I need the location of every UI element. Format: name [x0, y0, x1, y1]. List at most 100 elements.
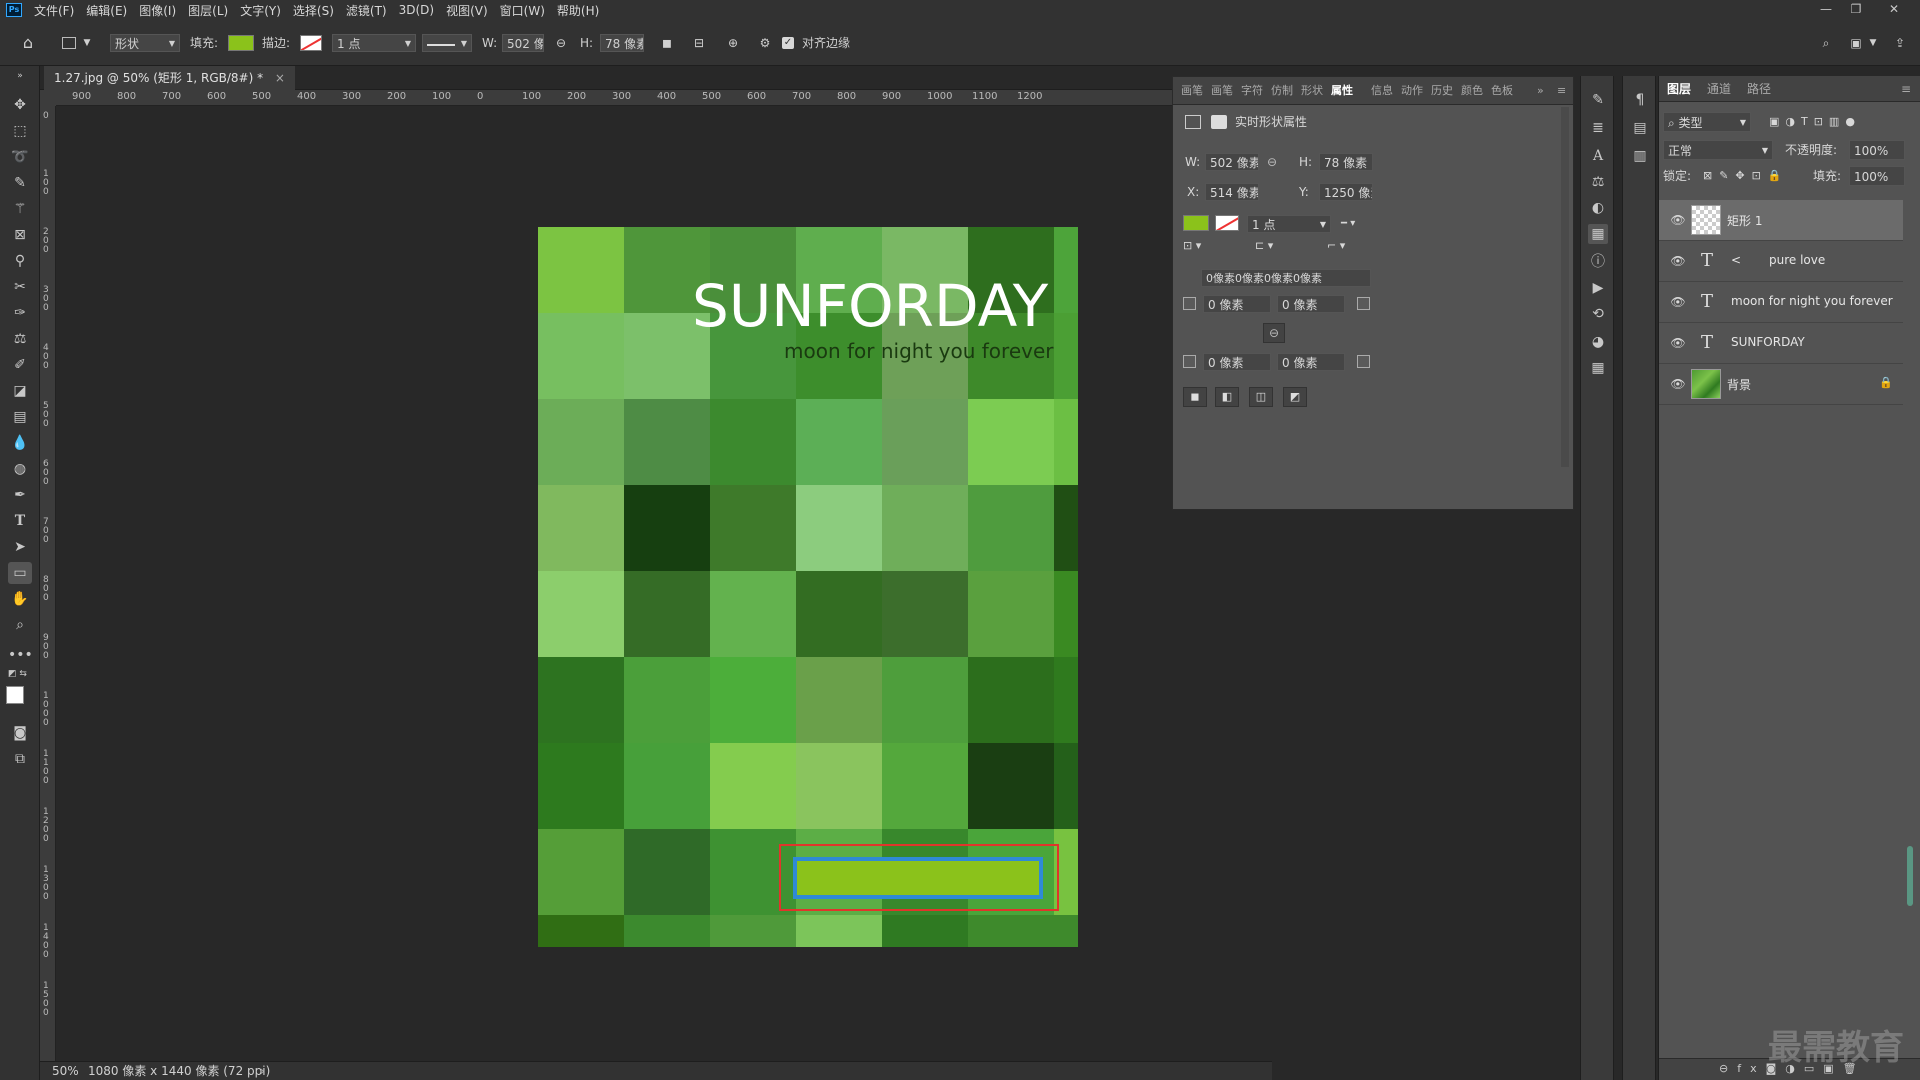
libraries-panel-icon[interactable]: ▤: [1630, 118, 1650, 138]
clone-stamp-tool-icon[interactable]: ⚖: [8, 328, 32, 350]
corner-radius-all-field[interactable]: 0像素0像素0像素0像素: [1201, 269, 1371, 287]
menu-type[interactable]: 文字(Y): [234, 2, 287, 19]
layers-scrollbar[interactable]: [1907, 846, 1913, 906]
search-icon[interactable]: ⌕: [1816, 34, 1836, 52]
width-field[interactable]: 502 像: [502, 34, 544, 52]
brush-tool-icon[interactable]: ✑: [8, 302, 32, 324]
move-tool-icon[interactable]: ✥: [8, 94, 32, 116]
layer-row[interactable]: 👁 T < pure love: [1659, 241, 1903, 282]
menu-view[interactable]: 视图(V): [440, 2, 494, 19]
lock-icons[interactable]: ⊠✎✥⊡🔒: [1703, 166, 1789, 186]
prop-stroke-width-field[interactable]: 1 点 ▼: [1247, 215, 1331, 233]
layer-filter-icons[interactable]: ▣◑T⊡▥●: [1769, 112, 1861, 132]
menu-image[interactable]: 图像(I): [133, 2, 182, 19]
stroke-caps-select[interactable]: ⊏ ▾: [1255, 237, 1311, 255]
marquee-tool-icon[interactable]: ⬚: [8, 120, 32, 142]
menu-filter[interactable]: 滤镜(T): [340, 2, 393, 19]
menu-3d[interactable]: 3D(D): [393, 3, 440, 17]
stroke-swatch[interactable]: [300, 35, 322, 51]
quick-select-tool-icon[interactable]: ✎: [8, 172, 32, 194]
link-icon[interactable]: ⊖: [1267, 153, 1277, 171]
magic-wand-tool-icon[interactable]: ⚚: [8, 198, 32, 220]
menu-layer[interactable]: 图层(L): [182, 2, 234, 19]
history-brush-tool-icon[interactable]: ✐: [8, 354, 32, 376]
blend-mode-select[interactable]: 正常 ▼: [1663, 140, 1773, 160]
layer-row[interactable]: 👁 矩形 1: [1659, 200, 1903, 241]
chevron-right-icon[interactable]: ›: [260, 1062, 265, 1080]
close-tab-icon[interactable]: ×: [275, 71, 285, 85]
actions-panel-icon[interactable]: ▶: [1588, 278, 1608, 298]
corner-br-field[interactable]: 0 像素: [1277, 353, 1345, 371]
combine-shapes-icon[interactable]: ◼: [1183, 387, 1207, 407]
tab-brush[interactable]: 画笔: [1181, 77, 1203, 105]
fill-field[interactable]: 100%: [1849, 166, 1905, 186]
brush-panel-icon[interactable]: ✎: [1588, 90, 1608, 110]
character-panel-icon[interactable]: A: [1588, 146, 1608, 166]
eye-icon[interactable]: 👁: [1669, 334, 1687, 352]
gear-icon[interactable]: ⚙: [756, 34, 774, 52]
menu-select[interactable]: 选择(S): [287, 2, 340, 19]
shapes-panel-icon[interactable]: ◐: [1588, 198, 1608, 218]
adjust-panel-icon[interactable]: ≣: [1588, 118, 1608, 138]
corner-tl-field[interactable]: 0 像素: [1203, 295, 1271, 313]
home-icon[interactable]: ⌂: [18, 34, 38, 52]
eraser-tool-icon[interactable]: ◪: [8, 380, 32, 402]
prop-height-field[interactable]: 78 像素: [1319, 153, 1373, 171]
corner-bl-field[interactable]: 0 像素: [1203, 353, 1271, 371]
prop-stroke-type-select[interactable]: ━ ▾: [1341, 215, 1373, 233]
tab-info[interactable]: 信息: [1371, 77, 1393, 105]
tab-brush-settings[interactable]: 画笔: [1211, 77, 1233, 105]
shape-mode-icon[interactable]: [1185, 115, 1201, 129]
eye-icon[interactable]: 👁: [1669, 375, 1687, 393]
prop-stroke-swatch[interactable]: [1215, 215, 1239, 231]
prop-fill-swatch[interactable]: [1183, 215, 1209, 231]
paragraph-panel-icon[interactable]: ¶: [1630, 90, 1650, 110]
frame-tool-icon[interactable]: ⊠: [8, 224, 32, 246]
link-icon[interactable]: ⊖: [552, 34, 570, 52]
color-panel-icon[interactable]: ◕: [1588, 332, 1608, 352]
clone-source-panel-icon[interactable]: ⚖: [1588, 172, 1608, 192]
menu-file[interactable]: 文件(F): [28, 2, 80, 19]
subtract-shape-icon[interactable]: ◧: [1215, 387, 1239, 407]
eye-icon[interactable]: 👁: [1669, 293, 1687, 311]
panel-menu-icon[interactable]: ≡: [1557, 77, 1566, 105]
document-info[interactable]: 1080 像素 x 1440 像素 (72 ppi): [88, 1062, 270, 1080]
quick-mask-icon[interactable]: ◙: [8, 722, 32, 744]
menu-help[interactable]: 帮助(H): [551, 2, 605, 19]
zoom-tool-icon[interactable]: ⌕: [8, 614, 32, 636]
zoom-level[interactable]: 50%: [52, 1062, 79, 1080]
foreground-color-swatch[interactable]: [6, 686, 24, 704]
tab-color[interactable]: 颜色: [1461, 77, 1483, 105]
link-corners-icon[interactable]: ⊖: [1263, 323, 1285, 343]
workspace-icon[interactable]: ▣: [1846, 34, 1866, 52]
layer-row[interactable]: 👁 T moon for night you forever: [1659, 282, 1903, 323]
tool-mode-select[interactable]: 形状 ▼: [110, 34, 180, 52]
properties-panel-icon[interactable]: ▦: [1588, 224, 1608, 244]
panel-menu-icon[interactable]: ≡: [1901, 76, 1911, 102]
stroke-type-select[interactable]: ▼: [422, 34, 472, 52]
lock-icon[interactable]: 🔒: [1879, 376, 1893, 389]
close-window-icon[interactable]: ✕: [1880, 0, 1908, 20]
artwork-title-text[interactable]: SUNFORDAY: [692, 277, 1048, 335]
tab-character[interactable]: 字符: [1241, 77, 1263, 105]
restore-icon[interactable]: ❐: [1842, 0, 1870, 20]
stroke-align-select[interactable]: ⊡ ▾: [1183, 237, 1239, 255]
height-field[interactable]: 78 像素: [600, 34, 644, 52]
document-artboard[interactable]: SUNFORDAY moon for night you forever: [538, 227, 1078, 947]
tab-history[interactable]: 历史: [1431, 77, 1453, 105]
info-panel-icon[interactable]: ⓘ: [1588, 252, 1608, 272]
minimize-icon[interactable]: —: [1812, 0, 1840, 20]
artwork-subtitle-text[interactable]: moon for night you forever: [784, 341, 1053, 361]
panel-collapse-icon[interactable]: »: [8, 70, 32, 82]
intersect-shapes-icon[interactable]: ◫: [1249, 387, 1273, 407]
tab-actions[interactable]: 动作: [1401, 77, 1423, 105]
properties-scrollbar[interactable]: [1561, 107, 1569, 467]
eye-icon[interactable]: 👁: [1669, 211, 1687, 229]
tab-swatches[interactable]: 色板: [1491, 77, 1513, 105]
path-alignment-icon[interactable]: ⊟: [690, 34, 708, 52]
exclude-shapes-icon[interactable]: ◩: [1283, 387, 1307, 407]
dodge-tool-icon[interactable]: ◍: [8, 458, 32, 480]
hand-tool-icon[interactable]: ✋: [8, 588, 32, 610]
mask-mode-icon[interactable]: [1211, 115, 1227, 129]
screen-mode-icon[interactable]: ⧉: [8, 748, 32, 770]
